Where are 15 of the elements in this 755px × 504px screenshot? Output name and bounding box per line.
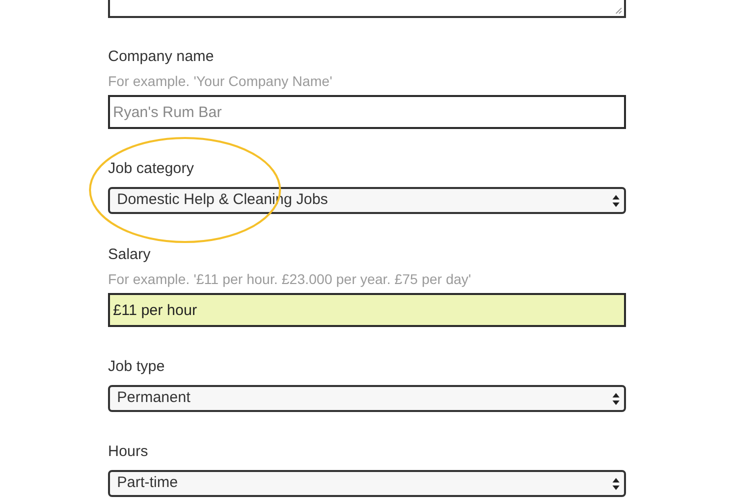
select-dropdown[interactable]: Permanent xyxy=(108,385,626,412)
field-label: Salary xyxy=(108,245,152,265)
select-dropdown[interactable]: Part-time xyxy=(108,470,626,497)
field-label: Hours xyxy=(108,442,150,462)
field-label: Job category xyxy=(108,159,195,179)
hint-text: For example. 'Your Company Name' xyxy=(108,72,334,91)
updown-icon xyxy=(612,476,620,490)
updown-icon xyxy=(612,392,620,406)
input-field[interactable]: £11 per hour xyxy=(108,293,626,327)
hint-text: For example. '£11 per hour. £23.000 per year. £75 per day' xyxy=(108,270,472,289)
input-field[interactable]: Ryan's Rum Bar xyxy=(108,95,626,129)
updown-icon xyxy=(612,194,620,208)
field-label: Job type xyxy=(108,357,166,377)
field-label: Company name xyxy=(108,47,215,67)
resize-grip-icon xyxy=(615,7,622,14)
